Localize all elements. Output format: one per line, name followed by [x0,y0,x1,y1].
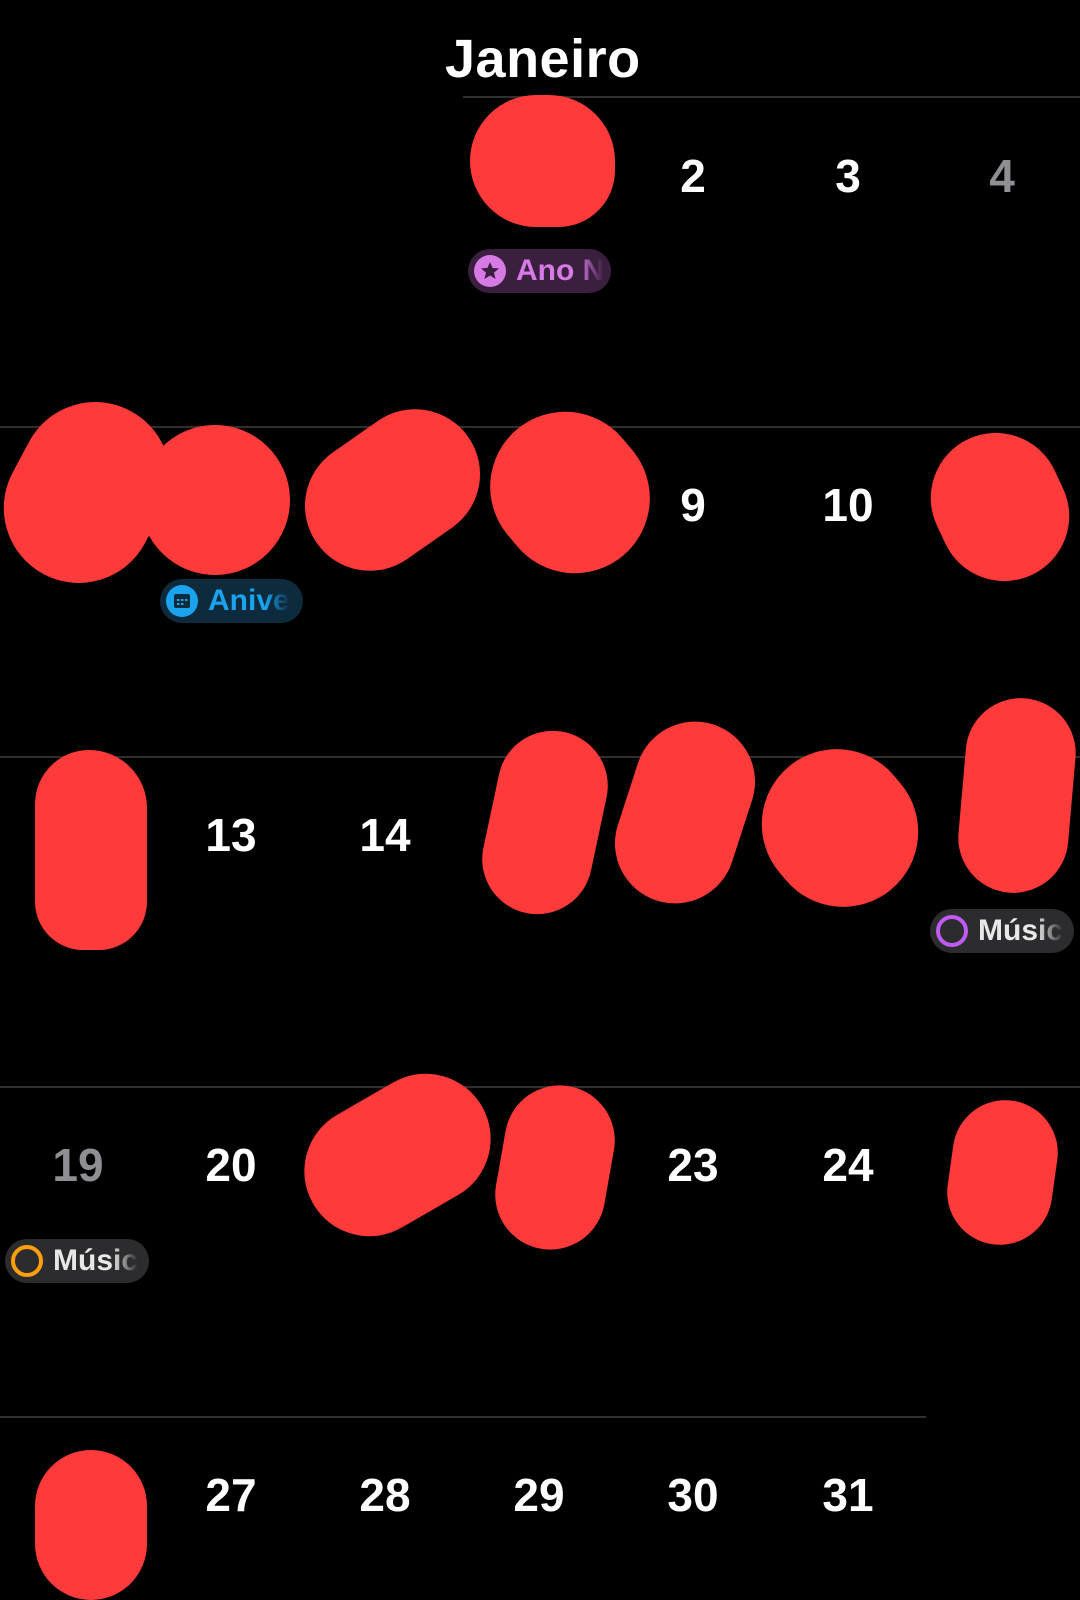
ring-icon [11,1245,43,1277]
event-musica[interactable]: Músic [930,909,1074,953]
redaction-mark [731,718,949,938]
event-label: Músic [53,1244,139,1277]
day-20[interactable]: 20 [171,1138,291,1192]
redaction-mark [940,1093,1065,1252]
redaction-mark [909,411,1080,603]
day-2[interactable]: 2 [633,149,753,203]
day-13[interactable]: 13 [171,808,291,862]
redaction-mark [280,1049,515,1261]
day-31[interactable]: 31 [788,1468,908,1522]
day-10[interactable]: 10 [788,478,908,532]
event-label: Ano N [516,254,605,287]
redaction-mark [279,383,506,597]
event-aniversario[interactable]: Anive [160,579,303,623]
star-icon [474,255,506,287]
day-4[interactable]: 4 [942,149,1062,203]
month-title: Janeiro [445,29,641,89]
event-ano-novo[interactable]: Ano N [468,249,611,293]
event-label: Anive [208,584,290,617]
day-28[interactable]: 28 [325,1468,445,1522]
week-separator [0,1086,1080,1088]
day-9[interactable]: 9 [633,478,753,532]
day-23[interactable]: 23 [633,1138,753,1192]
redaction-mark [470,95,615,227]
ring-icon [936,915,968,947]
redaction-mark [599,705,771,920]
event-label: Músic [978,914,1064,947]
day-19[interactable]: 19 [18,1138,138,1192]
week-separator [463,96,1080,98]
day-24[interactable]: 24 [788,1138,908,1192]
week-separator [0,426,1080,428]
redaction-mark [35,750,147,950]
calendar-icon [166,585,198,617]
day-27[interactable]: 27 [171,1468,291,1522]
day-14[interactable]: 14 [325,808,445,862]
redaction-mark [471,720,619,925]
day-29[interactable]: 29 [479,1468,599,1522]
day-30[interactable]: 30 [633,1468,753,1522]
week-separator [0,1416,926,1418]
day-3[interactable]: 3 [788,149,908,203]
event-musica[interactable]: Músic [5,1239,149,1283]
redaction-mark [486,1076,624,1259]
redaction-mark [953,693,1080,898]
week-separator [0,756,1080,758]
redaction-mark [0,375,197,610]
redaction-mark [35,1450,147,1600]
